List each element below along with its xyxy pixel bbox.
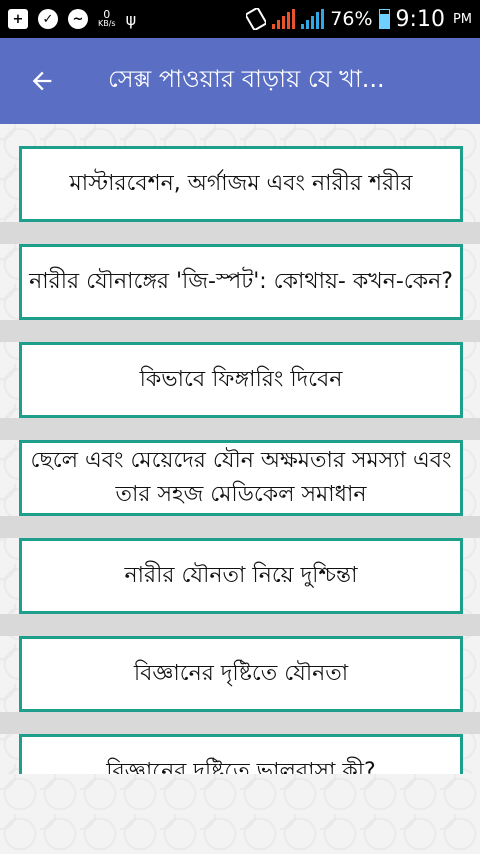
- net-speed-value: 0: [103, 8, 111, 21]
- bottom-background: [0, 774, 480, 854]
- back-button[interactable]: [12, 51, 72, 111]
- app-bar: সেক্স পাওয়ার বাড়ায় যে খা...: [0, 38, 480, 124]
- divider: [0, 418, 480, 440]
- article-card[interactable]: নারীর যৌনাঙ্গের 'জি-স্পট': কোথায়- কখন-ক…: [19, 244, 463, 320]
- sim-icon: [246, 8, 267, 30]
- article-title: বিজ্ঞানের দৃষ্টিতে যৌনতা: [133, 661, 349, 686]
- battery-percent: 76%: [330, 8, 373, 30]
- list-item: কিভাবে ফিঙ্গারিং দিবেন: [0, 342, 480, 440]
- list-item: বিজ্ঞানের দৃষ্টিতে ভালবাসা কী?: [0, 734, 480, 774]
- clock-ampm: PM: [452, 11, 472, 27]
- net-speed-unit: KB/s: [98, 19, 116, 28]
- divider: [0, 320, 480, 342]
- clock-time: 9:10: [395, 6, 445, 32]
- list-item: নারীর যৌনাঙ্গের 'জি-স্পট': কোথায়- কখন-ক…: [0, 244, 480, 342]
- signal-strength-2-icon: [301, 9, 325, 29]
- signal-strength-icon: [272, 9, 296, 29]
- article-list-area[interactable]: মাস্টারবেশন, অর্গাজম এবং নারীর শরীর নারী…: [0, 124, 480, 774]
- battery-icon: [378, 9, 390, 29]
- divider: [0, 712, 480, 734]
- arrow-left-icon: [32, 71, 52, 91]
- divider: [0, 516, 480, 538]
- usb-icon: ψ: [125, 9, 137, 29]
- article-list: মাস্টারবেশন, অর্গাজম এবং নারীর শরীর নারী…: [0, 146, 480, 774]
- list-item: ছেলে এবং মেয়েদের যৌন অক্ষমতার সমস্যা এব…: [0, 440, 480, 538]
- messenger-icon: ~: [68, 9, 88, 29]
- article-card[interactable]: কিভাবে ফিঙ্গারিং দিবেন: [19, 342, 463, 418]
- article-card[interactable]: নারীর যৌনতা নিয়ে দুশ্চিন্তা: [19, 538, 463, 614]
- plus-box-icon: +: [8, 9, 28, 29]
- article-card[interactable]: ছেলে এবং মেয়েদের যৌন অক্ষমতার সমস্যা এব…: [19, 440, 463, 516]
- divider: [0, 614, 480, 636]
- article-card[interactable]: বিজ্ঞানের দৃষ্টিতে ভালবাসা কী?: [19, 734, 463, 774]
- article-card[interactable]: বিজ্ঞানের দৃষ্টিতে যৌনতা: [19, 636, 463, 712]
- page-title: সেক্স পাওয়ার বাড়ায় যে খা...: [108, 65, 385, 93]
- article-title: ছেলে এবং মেয়েদের যৌন অক্ষমতার সমস্যা এব…: [30, 448, 452, 507]
- article-title: নারীর যৌনাঙ্গের 'জি-স্পট': কোথায়- কখন-ক…: [29, 269, 453, 294]
- divider: [0, 222, 480, 244]
- article-title: কিভাবে ফিঙ্গারিং দিবেন: [139, 367, 343, 392]
- list-item: বিজ্ঞানের দৃষ্টিতে যৌনতা: [0, 636, 480, 734]
- list-item: নারীর যৌনতা নিয়ে দুশ্চিন্তা: [0, 538, 480, 636]
- article-card[interactable]: মাস্টারবেশন, অর্গাজম এবং নারীর শরীর: [19, 146, 463, 222]
- check-circle-icon: ✓: [38, 9, 58, 29]
- article-title: বিজ্ঞানের দৃষ্টিতে ভালবাসা কী?: [106, 759, 376, 774]
- article-title: নারীর যৌনতা নিয়ে দুশ্চিন্তা: [124, 563, 358, 588]
- net-speed: 0 KB/s: [98, 8, 116, 28]
- list-item: মাস্টারবেশন, অর্গাজম এবং নারীর শরীর: [0, 146, 480, 244]
- status-bar: + ✓ ~ 0 KB/s ψ 76% 9:10 PM: [0, 0, 480, 38]
- article-title: মাস্টারবেশন, অর্গাজম এবং নারীর শরীর: [69, 171, 413, 196]
